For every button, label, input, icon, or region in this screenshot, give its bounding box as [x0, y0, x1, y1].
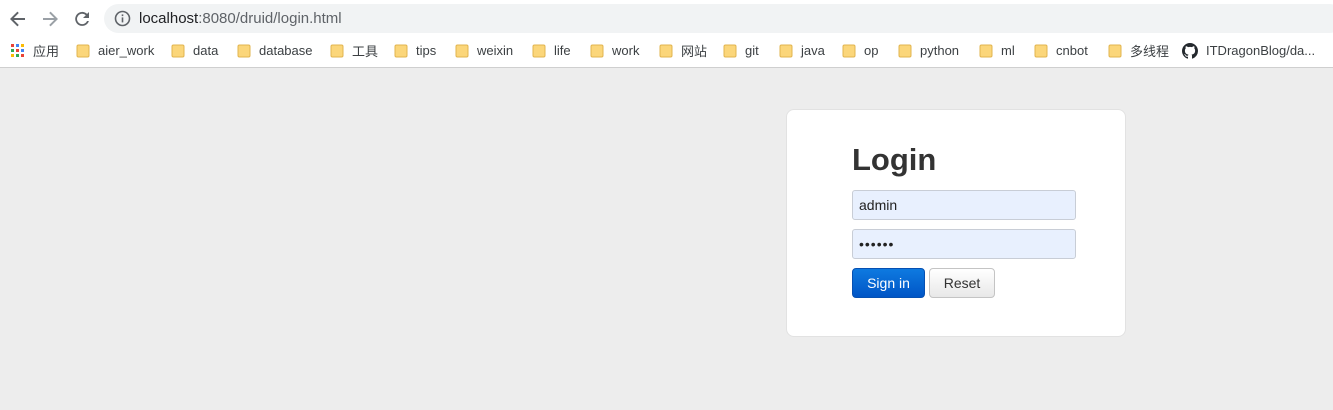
bookmark-data[interactable]: data: [171, 37, 218, 64]
bookmark-label: tips: [416, 43, 437, 58]
folder-icon: [779, 44, 793, 57]
password-input[interactable]: ••••••: [852, 229, 1076, 259]
bookmark-label: 多线程: [1130, 44, 1170, 59]
bookmark-label: git: [745, 43, 759, 58]
bookmark-multithreading[interactable]: 多线程: [1108, 37, 1169, 64]
reload-icon[interactable]: [70, 7, 94, 31]
folder-icon: [590, 44, 604, 57]
bookmark-label: database: [259, 43, 313, 58]
folder-icon: [723, 44, 737, 57]
address-bar[interactable]: localhost:8080/druid/login.html: [104, 4, 1333, 33]
folder-icon: [455, 44, 469, 57]
bookmark-websites[interactable]: 网站: [659, 37, 707, 64]
folder-icon: [171, 44, 185, 57]
bookmark-ml[interactable]: ml: [979, 37, 1015, 64]
bookmark-label: ITDragonBlog/da...: [1206, 43, 1316, 58]
bookmark-work[interactable]: work: [590, 37, 639, 64]
bookmark-label: python: [920, 43, 960, 58]
bookmark-label: 工具: [352, 44, 379, 59]
bookmark-op[interactable]: op: [842, 37, 878, 64]
bookmark-label: 网站: [681, 44, 708, 59]
folder-icon: [76, 44, 90, 57]
bookmarks-bar: 应用 aier_work data database 工具 tips weixi…: [0, 37, 1333, 68]
reset-button[interactable]: Reset: [929, 268, 995, 298]
github-icon: [1182, 42, 1198, 59]
info-icon[interactable]: [114, 10, 131, 27]
bookmark-label: weixin: [477, 43, 514, 58]
bookmark-label: op: [864, 43, 879, 58]
bookmark-tips[interactable]: tips: [394, 37, 436, 64]
bookmark-label: life: [554, 43, 571, 58]
bookmark-label: ml: [1001, 43, 1015, 58]
bookmark-label: cnbot: [1056, 43, 1088, 58]
bookmark-apps-label: 应用: [33, 44, 60, 59]
bookmark-label: aier_work: [98, 43, 155, 58]
bookmark-python[interactable]: python: [898, 37, 959, 64]
url-path: :8080/druid/login.html: [198, 10, 342, 27]
url-text: localhost:8080/druid/login.html: [139, 10, 342, 27]
forward-icon[interactable]: [38, 7, 62, 31]
bookmark-label: work: [612, 43, 640, 58]
bookmark-aier-work[interactable]: aier_work: [76, 37, 154, 64]
bookmark-git[interactable]: git: [723, 37, 759, 64]
apps-grid-icon: [11, 44, 24, 57]
bookmark-apps[interactable]: 应用: [11, 37, 59, 64]
folder-icon: [659, 44, 673, 57]
folder-icon: [1034, 44, 1048, 57]
folder-icon: [979, 44, 993, 57]
bookmark-weixin[interactable]: weixin: [455, 37, 513, 64]
folder-icon: [898, 44, 912, 57]
bookmark-itdragonblog[interactable]: ITDragonBlog/da...: [1182, 37, 1315, 64]
bookmark-tools[interactable]: 工具: [330, 37, 378, 64]
login-card: Login admin •••••• Sign in Reset: [786, 109, 1126, 337]
bookmark-cnbot[interactable]: cnbot: [1034, 37, 1088, 64]
username-input[interactable]: admin: [852, 190, 1076, 220]
bookmark-label: java: [801, 43, 825, 58]
folder-icon: [842, 44, 856, 57]
login-title: Login: [852, 142, 937, 177]
folder-icon: [237, 44, 251, 57]
bookmark-life[interactable]: life: [532, 37, 571, 64]
folder-icon: [330, 44, 344, 57]
browser-toolbar: localhost:8080/druid/login.html: [0, 0, 1333, 37]
url-host: localhost: [139, 10, 199, 27]
bookmark-java[interactable]: java: [779, 37, 825, 64]
bookmark-database[interactable]: database: [237, 37, 313, 64]
folder-icon: [394, 44, 408, 57]
sign-in-button[interactable]: Sign in: [852, 268, 925, 298]
back-icon[interactable]: [6, 7, 30, 31]
folder-icon: [532, 44, 546, 57]
bookmark-label: data: [193, 43, 219, 58]
folder-icon: [1108, 44, 1122, 57]
